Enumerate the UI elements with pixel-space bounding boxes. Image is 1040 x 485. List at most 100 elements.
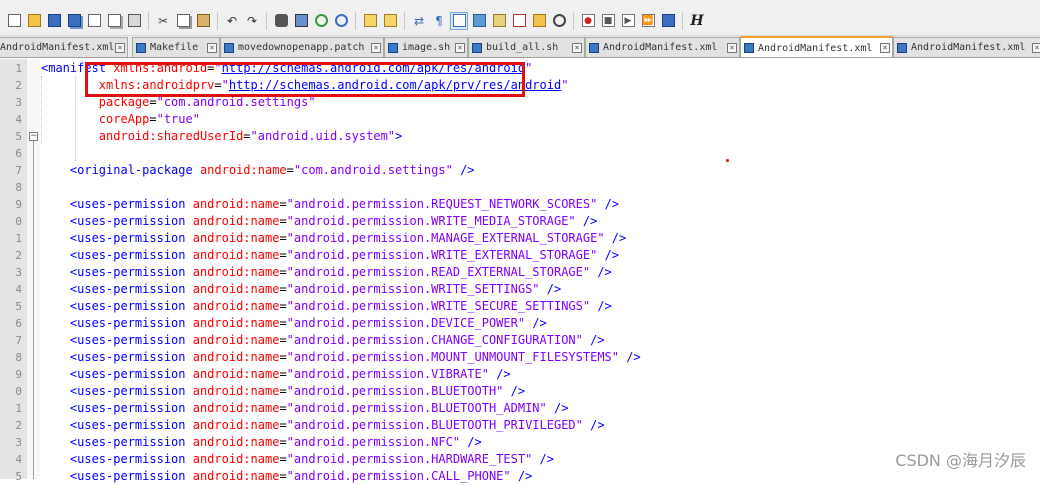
close-tab-icon[interactable]: × [207,42,217,53]
tab-file[interactable]: AndroidManifest.xml × [585,37,740,57]
code-line[interactable]: 0 <uses-permission android:name="android… [0,383,1040,400]
close-tab-icon[interactable]: × [371,42,381,53]
zoom-out-button[interactable] [332,12,350,30]
whitespace: = [279,401,287,415]
close-tab-icon[interactable]: × [727,42,737,53]
word-wrap-button[interactable]: ⇄ [410,12,428,30]
indent-guide-button[interactable] [450,11,468,30]
hex-button[interactable]: H [688,12,706,30]
code-line[interactable]: 9 <uses-permission android:name="android… [0,196,1040,213]
run-macro-multiple-button[interactable]: ⏩ [639,12,657,30]
close-tab-icon[interactable]: × [1032,42,1040,53]
code-line[interactable]: 7 <uses-permission android:name="android… [0,332,1040,349]
code-line[interactable]: 5 <uses-permission android:name="android… [0,468,1040,485]
code-line[interactable]: 2 <uses-permission android:name="android… [0,417,1040,434]
function-list-button[interactable] [510,12,528,30]
code-line[interactable]: 1 <uses-permission android:name="android… [0,400,1040,417]
whitespace: = [279,333,287,347]
line-number: 4 [15,283,22,296]
close-button[interactable] [85,12,103,30]
line-number: 5 [15,300,22,313]
code-line[interactable]: 1 <uses-permission android:name="android… [0,230,1040,247]
tab-file[interactable]: AndroidManifest.xml × [893,37,1040,57]
save-macro-button[interactable] [659,12,677,30]
folder-workspace-button[interactable] [530,12,548,30]
user-language-button[interactable] [470,12,488,30]
cut-button[interactable]: ✂ [154,12,172,30]
code-line[interactable]: 6 <uses-permission android:name="android… [0,315,1040,332]
code-line[interactable]: 4 coreApp="true" [0,111,1040,128]
code-line[interactable]: 8 [0,179,1040,196]
stop-macro-button[interactable]: ■ [599,12,617,30]
new-file-button[interactable] [5,12,23,30]
close-all-button[interactable] [105,12,123,30]
paste-button[interactable] [194,12,212,30]
code-line[interactable]: 3 <uses-permission android:name="android… [0,264,1040,281]
xml-tag: <uses-permission [69,265,193,279]
code-line[interactable]: 8 <uses-permission android:name="android… [0,349,1040,366]
code-text: android:sharedUserId="android.uid.system… [41,128,402,145]
xml-tag: <original-package [69,163,200,177]
tab-label: image.sh [402,42,451,53]
xml-value: "com.android.settings" [156,95,316,109]
monitoring-button[interactable] [550,12,568,30]
xml-tag: > [395,129,403,143]
undo-button[interactable]: ↶ [223,12,241,30]
xml-attribute: android:sharedUserId [98,129,244,143]
close-tab-icon[interactable]: × [455,42,465,53]
code-line[interactable]: 4 <uses-permission android:name="android… [0,451,1040,468]
redo-button[interactable]: ↷ [243,12,261,30]
code-text: <uses-permission android:name="android.p… [41,213,597,230]
line-number: 3 [15,266,22,279]
code-line[interactable]: 0 <uses-permission android:name="android… [0,213,1040,230]
code-line[interactable]: 4 <uses-permission android:name="android… [0,281,1040,298]
close-tab-icon[interactable]: × [880,43,890,53]
tab-file[interactable]: build_all.sh × [468,37,585,57]
code-line[interactable]: 7 <original-package android:name="com.an… [0,162,1040,179]
code-line[interactable]: 3 <uses-permission android:name="android… [0,434,1040,451]
line-number: 5 [15,130,22,143]
print-button[interactable] [125,12,143,30]
close-tab-icon[interactable]: × [572,42,582,53]
xml-tag: <uses-permission [69,367,193,381]
tab-label: AndroidManifest.xml [0,42,113,53]
code-line[interactable]: 2 <uses-permission android:name="android… [0,247,1040,264]
tab-file[interactable]: Makefile × [132,37,220,57]
sync-vertical-button[interactable] [361,12,379,30]
whitespace: = [279,350,287,364]
tab-file[interactable]: AndroidManifest.xml × [0,37,128,57]
xml-value: "android.permission.BLUETOOTH_ADMIN" [286,401,547,415]
replace-button[interactable] [292,12,310,30]
close-tab-icon[interactable]: × [115,42,125,53]
save-button[interactable] [45,12,63,30]
code-line[interactable]: 5 <uses-permission android:name="android… [0,298,1040,315]
find-button[interactable] [272,12,290,30]
tab-file[interactable]: image.sh × [384,37,468,57]
tab-file[interactable]: movedownopenapp.patch × [220,37,384,57]
copy-button[interactable] [174,12,192,30]
code-line[interactable]: 6 [0,145,1040,162]
line-number: 7 [15,334,22,347]
doc-map-button[interactable] [490,12,508,30]
code-line[interactable]: 9 <uses-permission android:name="android… [0,366,1040,383]
xml-tag: /> [582,418,605,432]
sync-horizontal-button[interactable] [381,12,399,30]
fold-toggle-icon[interactable]: − [29,132,38,141]
whitespace: = [286,163,294,177]
line-number: 2 [15,419,22,432]
play-macro-button[interactable]: ▶ [619,12,637,30]
run-macro-multiple-icon: ⏩ [641,14,655,27]
tab-active-file[interactable]: AndroidManifest.xml × [740,36,893,57]
record-macro-button[interactable]: ● [579,12,597,30]
code-line[interactable]: 5 android:sharedUserId="android.uid.syst… [0,128,1040,145]
open-file-button[interactable] [25,12,43,30]
line-number: 4 [15,113,22,126]
show-all-chars-button[interactable]: ¶ [430,12,448,30]
zoom-in-button[interactable] [312,12,330,30]
code-editor[interactable]: 1 <manifest xmlns:android="http://schemas… [0,59,1040,483]
save-all-button[interactable] [65,12,83,30]
xml-value: "android.permission.REQUEST_NETWORK_SCOR… [286,197,598,211]
xml-tag: <uses-permission [69,452,193,466]
xml-attribute: package [98,95,150,109]
